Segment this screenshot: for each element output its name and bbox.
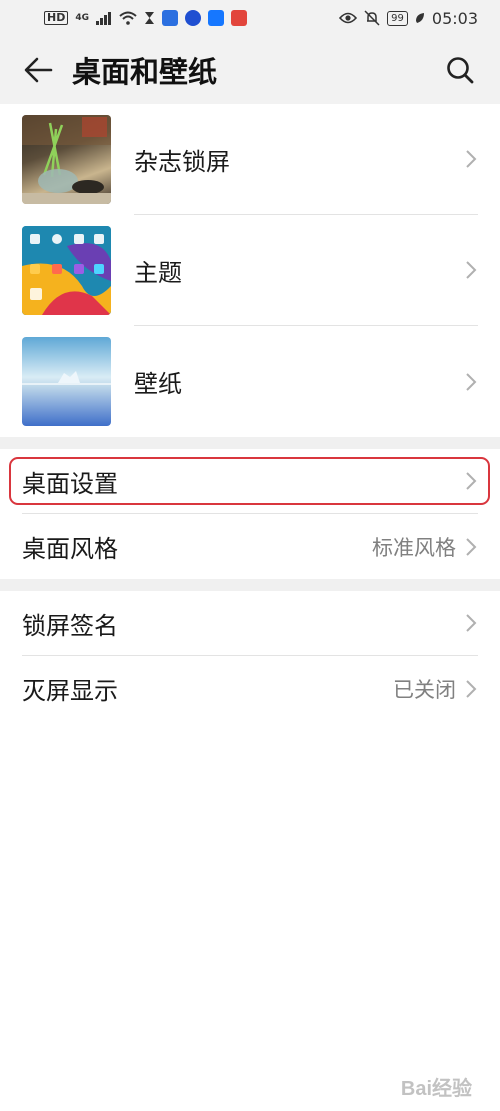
- lockscreen-settings-group: 锁屏签名 灭屏显示 已关闭: [0, 591, 500, 721]
- list-item-wallpaper[interactable]: 壁纸: [22, 326, 478, 437]
- section-divider: [0, 437, 500, 449]
- lockscreen-signature-row[interactable]: 锁屏签名: [22, 591, 478, 656]
- hourglass-icon: [145, 12, 154, 24]
- wallpaper-thumbnail: [22, 337, 111, 426]
- screen-off-display-row[interactable]: 灭屏显示 已关闭: [22, 656, 478, 721]
- chevron-right-icon: [466, 614, 477, 632]
- setting-right: 标准风格: [372, 532, 478, 562]
- list-item-body: 主题: [134, 215, 478, 326]
- app-notification-icon: [185, 10, 201, 26]
- list-item-label: 杂志锁屏: [134, 147, 230, 176]
- list-item-label: 壁纸: [134, 370, 182, 398]
- personalization-list: 杂志锁屏 主题 壁纸: [0, 104, 500, 437]
- list-item-body: 壁纸: [134, 326, 478, 437]
- battery-indicator: 99: [387, 10, 408, 26]
- list-item-label: 主题: [134, 258, 182, 287]
- page-title: 桌面和壁纸: [72, 55, 218, 89]
- eye-icon: [339, 12, 358, 24]
- magazine-lock-thumbnail: [22, 115, 111, 204]
- status-bar-right: 99 05:03: [339, 9, 478, 28]
- setting-value: 已关闭: [393, 677, 456, 702]
- title-bar: 桌面和壁纸: [0, 36, 500, 104]
- wallpaper-image: [22, 337, 111, 426]
- setting-value: 标准风格: [372, 535, 456, 560]
- chevron-right-icon: [466, 679, 477, 698]
- list-item-theme[interactable]: 主题: [22, 215, 478, 326]
- setting-right: 已关闭: [393, 674, 478, 704]
- setting-label: 锁屏签名: [22, 611, 118, 640]
- clock: 05:03: [431, 8, 478, 28]
- leaf-icon: [415, 13, 424, 23]
- setting-label: 桌面设置: [22, 469, 118, 498]
- search-button[interactable]: [440, 50, 480, 90]
- mute-bell-icon: [364, 10, 380, 26]
- setting-right: [464, 471, 478, 491]
- list-item-body: 杂志锁屏: [134, 104, 478, 215]
- desktop-style-row[interactable]: 桌面风格 标准风格: [22, 514, 478, 579]
- setting-label: 灭屏显示: [22, 677, 118, 705]
- back-button[interactable]: [18, 50, 58, 90]
- theme-thumbnail: [22, 226, 111, 315]
- status-bar: HD 4G 99 05:03: [0, 0, 500, 36]
- wifi-icon: [119, 11, 137, 25]
- app-notification-icon: [162, 10, 178, 26]
- chevron-right-icon: [466, 472, 477, 490]
- network-type: 4G: [75, 13, 89, 23]
- setting-label: 桌面风格: [22, 535, 118, 563]
- desktop-settings-group: 桌面设置 桌面风格 标准风格: [0, 449, 500, 579]
- setting-right: [464, 613, 478, 633]
- watermark: Bai经验: [400, 1078, 472, 1100]
- search-icon: [447, 57, 474, 84]
- magazine-lock-image: [22, 115, 111, 204]
- chevron-right-icon: [466, 537, 477, 556]
- app-notification-icon: [231, 10, 247, 26]
- app-notification-icon: [208, 10, 224, 26]
- list-item-magazine-lock[interactable]: 杂志锁屏: [22, 104, 478, 215]
- chevron-right-icon: [466, 150, 477, 168]
- chevron-right-icon: [466, 261, 477, 279]
- signal-icon: [96, 11, 111, 25]
- theme-image: [22, 226, 111, 315]
- chevron-right-icon: [466, 372, 477, 391]
- hd-indicator: HD: [44, 11, 69, 25]
- desktop-settings-row[interactable]: 桌面设置: [9, 449, 490, 514]
- status-bar-left: HD 4G: [44, 10, 247, 26]
- section-divider: [0, 579, 500, 591]
- arrow-left-icon: [24, 57, 53, 83]
